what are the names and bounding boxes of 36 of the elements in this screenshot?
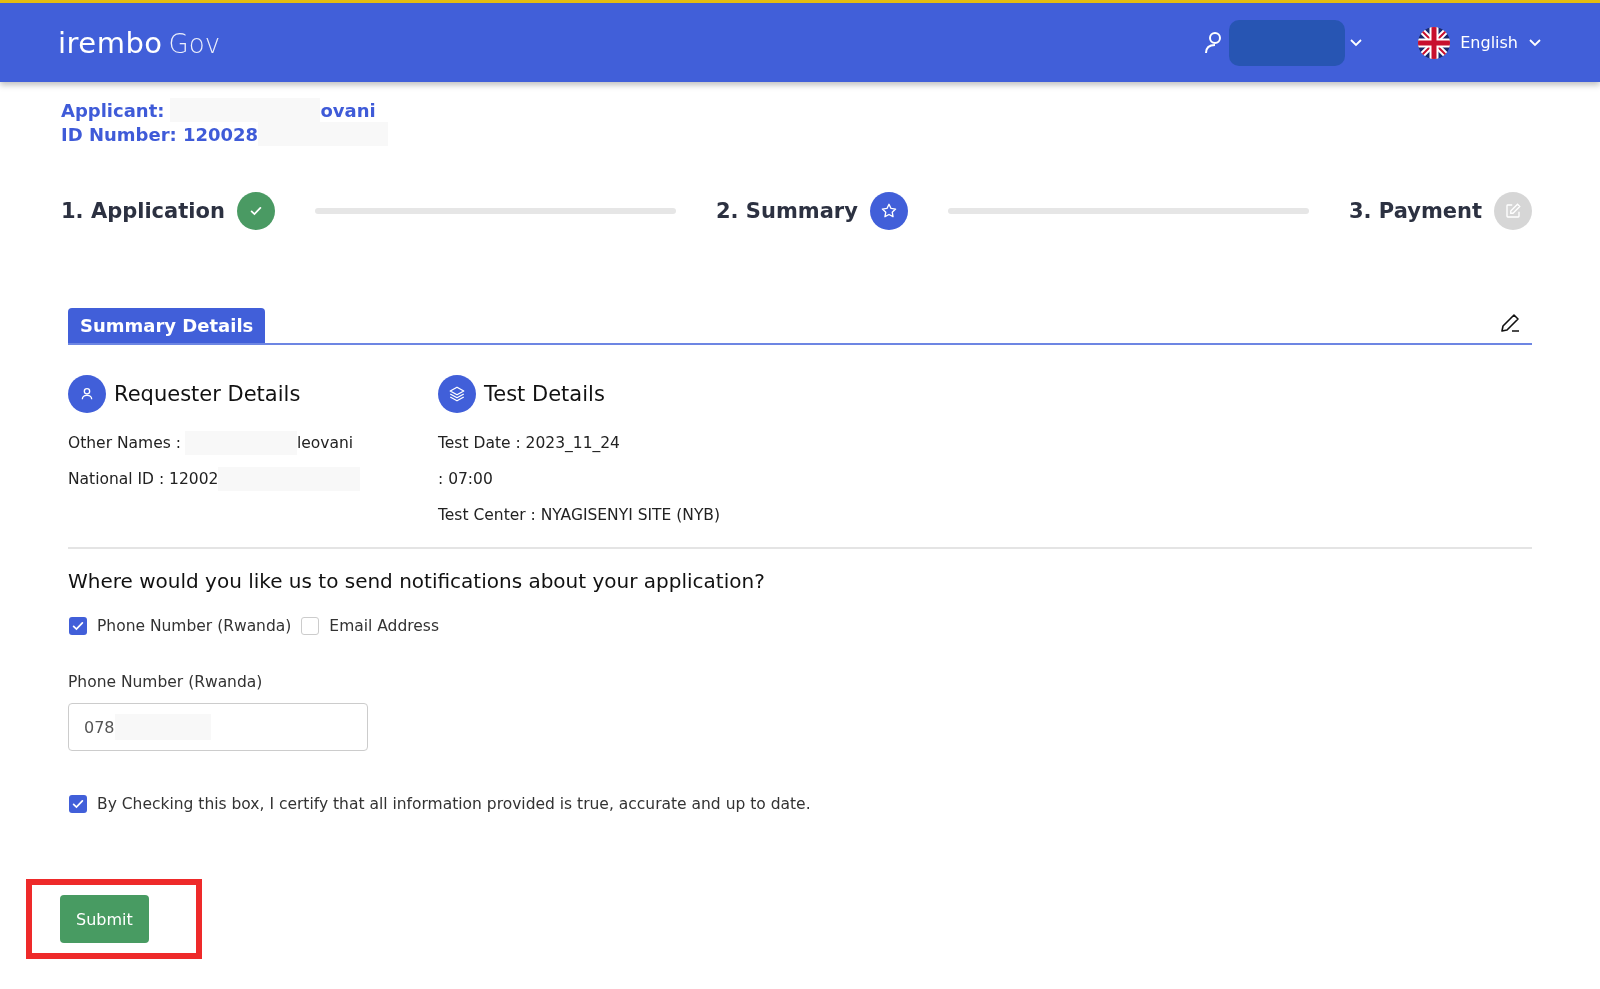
logo-text: irembo (58, 25, 163, 60)
checkbox[interactable] (69, 795, 87, 813)
checkbox-label: Phone Number (Rwanda) (97, 617, 292, 635)
detail-text: Test Center : NYAGISENYI SITE (NYB) (438, 506, 721, 524)
submit-button[interactable]: Submit (60, 895, 149, 943)
applicant-name: ovani (320, 99, 376, 121)
phone-input-field[interactable]: 078 (68, 703, 368, 751)
detail-text: : 07:00 (438, 470, 493, 488)
checkbox[interactable] (301, 617, 320, 635)
flag-icon (1418, 26, 1451, 59)
section-title: Test Details (484, 382, 605, 406)
user-icon (68, 375, 106, 413)
checkmark-icon (71, 619, 85, 633)
language-selector[interactable]: English (1460, 33, 1518, 52)
chevron-down-icon (1349, 37, 1364, 48)
checkbox[interactable] (69, 617, 87, 635)
edit-icon[interactable] (1498, 311, 1522, 335)
checkbox-label: By Checking this box, I certify that all information provided is true, accurate and up to date. (97, 795, 811, 813)
layers-icon (438, 375, 476, 413)
section-title: Requester Details (114, 382, 301, 406)
step-label: 2. Summary (715, 199, 858, 223)
checkmark-icon (71, 797, 85, 811)
detail-text: Other Names : (68, 434, 181, 452)
field-label: Phone Number (Rwanda) (68, 673, 264, 691)
checkbox-label: Email Address (329, 617, 439, 635)
step-label: 1. Application (61, 199, 225, 223)
notification-question: Where would you like us to send notifications about your application? (68, 569, 766, 593)
detail-text: leovani (296, 434, 354, 452)
detail-text: National ID : 12002 (68, 470, 219, 488)
chevron-down-icon (1528, 37, 1542, 48)
detail-text: Test Date : 2023_11_24 (438, 434, 620, 452)
applicant-label: Applicant: (61, 99, 165, 121)
step-label: 3. Payment (1348, 199, 1482, 223)
applicant-label: ID Number: 120028 (61, 123, 259, 145)
summary-tab[interactable]: Summary Details (68, 308, 266, 343)
logo-subtitle: Gov (168, 28, 221, 59)
